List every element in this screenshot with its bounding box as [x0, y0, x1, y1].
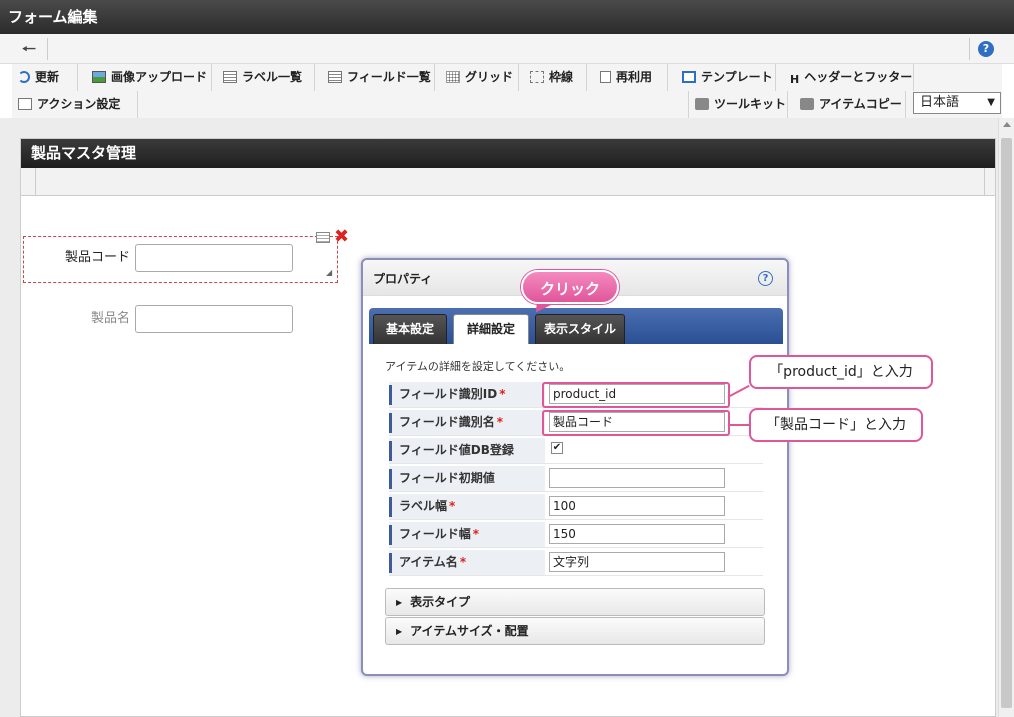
click-annotation: クリック [521, 270, 619, 304]
display-type-section[interactable]: ▶ 表示タイプ [385, 588, 765, 616]
highlight-field-name [542, 410, 730, 436]
display-type-label: 表示タイプ [410, 595, 471, 609]
panel-title: プロパティ [373, 272, 433, 286]
header-footer-button[interactable]: H ヘッダーとフッター [784, 64, 914, 91]
action-icon [18, 98, 32, 110]
frame-label: 枠線 [549, 70, 574, 84]
item-copy-button[interactable]: アイテムコピー [794, 91, 906, 118]
tab-bar: 基本設定 詳細設定 表示スタイル [369, 308, 783, 344]
field-list-button[interactable]: フィールド一覧 [322, 64, 435, 91]
callout-product-code: 「製品コード」と入力 [749, 408, 923, 442]
prop-row-db-register: フィールド値DB登録 ✔ [389, 438, 763, 464]
product-name-label: 製品名 [90, 311, 130, 326]
language-select[interactable]: 日本語 ▼ [913, 92, 1001, 114]
panel-description: アイテムの詳細を設定してください。 [385, 360, 571, 373]
image-upload-button[interactable]: 画像アップロード [86, 64, 212, 91]
product-code-label: 製品コード [64, 250, 130, 265]
divider [969, 38, 970, 60]
db-register-checkbox[interactable]: ✔ [551, 442, 563, 454]
header-footer-label: ヘッダーとフッター [804, 70, 913, 84]
refresh-button[interactable]: 更新 [12, 64, 78, 91]
callout-pointer [728, 424, 750, 426]
reuse-label: 再利用 [616, 70, 653, 84]
toolkit-label: ツールキット [714, 97, 787, 111]
language-value: 日本語 [920, 95, 960, 110]
field-list-label: フィールド一覧 [347, 70, 431, 84]
toolkit-button[interactable]: ツールキット [688, 91, 788, 118]
db-register-label: フィールド値DB登録 [389, 438, 545, 463]
callout-product-id: 「product_id」と入力 [749, 355, 933, 389]
chevron-right-icon: ▶ [396, 598, 403, 607]
reuse-icon [600, 71, 611, 83]
grid-button[interactable]: グリッド [440, 64, 519, 91]
field-width-input[interactable]: 150 [549, 524, 725, 544]
reuse-button[interactable]: 再利用 [594, 64, 668, 91]
product-name-input[interactable] [135, 305, 293, 333]
prop-row-label-width: ラベル幅 * 100 [389, 494, 763, 520]
form-title: 製品マスタ管理 [21, 139, 995, 168]
toolkit-icon [695, 98, 709, 110]
delete-icon[interactable]: ✖ [334, 227, 349, 247]
tab-display-style[interactable]: 表示スタイル [535, 314, 625, 344]
nav-bar: 🠐 ? [0, 34, 1014, 64]
template-label: テンプレート [701, 70, 773, 84]
label-width-input[interactable]: 100 [549, 496, 725, 516]
back-arrow-icon[interactable]: 🠐 [12, 38, 48, 60]
label-list-label: ラベル一覧 [242, 70, 303, 84]
toolbar: 更新 画像アップロード ラベル一覧 フィールド一覧 グリッド 枠線 再利用 テン… [12, 64, 1002, 118]
list-icon [328, 71, 342, 83]
tab-basic-settings[interactable]: 基本設定 [373, 314, 447, 344]
image-upload-label: 画像アップロード [111, 70, 208, 84]
refresh-icon [18, 71, 30, 83]
prop-row-item-name: アイテム名 * 文字列 [389, 550, 763, 576]
field-name-label: フィールド識別名 * [389, 410, 545, 435]
scroll-up-icon[interactable] [1003, 122, 1011, 127]
item-size-label: アイテムサイズ・配置 [410, 624, 529, 638]
property-panel: プロパティ ? 基本設定 詳細設定 表示スタイル アイテムの詳細を設定してくださ… [361, 258, 789, 676]
image-upload-icon [92, 71, 106, 83]
grid-icon [446, 71, 460, 83]
properties-icon[interactable] [316, 232, 330, 243]
tab-detail-settings[interactable]: 詳細設定 [453, 314, 529, 344]
template-icon [682, 71, 696, 83]
highlight-field-id [542, 382, 730, 408]
chevron-right-icon: ▶ [396, 627, 403, 636]
label-width-label: ラベル幅 * [389, 494, 545, 519]
item-copy-icon [800, 98, 814, 110]
chevron-down-icon: ▼ [987, 97, 995, 108]
window-title: フォーム編集 [0, 0, 1014, 34]
form-subbar [21, 168, 995, 196]
help-icon[interactable]: ? [758, 271, 773, 286]
frame-icon [530, 71, 544, 83]
help-icon[interactable]: ? [978, 41, 994, 57]
item-name-input[interactable]: 文字列 [549, 552, 725, 572]
refresh-label: 更新 [35, 70, 60, 84]
action-settings-label: アクション設定 [37, 97, 121, 111]
item-size-section[interactable]: ▶ アイテムサイズ・配置 [385, 617, 765, 645]
initial-value-label: フィールド初期値 [389, 466, 545, 491]
field-id-label: フィールド識別ID * [389, 382, 545, 407]
initial-value-input[interactable] [549, 468, 725, 488]
grid-label: グリッド [465, 70, 514, 84]
template-button[interactable]: テンプレート [676, 64, 776, 91]
field-width-label: フィールド幅 * [389, 522, 545, 547]
prop-row-field-width: フィールド幅 * 150 [389, 522, 763, 548]
frame-button[interactable]: 枠線 [524, 64, 587, 91]
product-code-input[interactable] [135, 244, 293, 272]
header-icon: H [790, 73, 800, 86]
prop-row-initial-value: フィールド初期値 [389, 466, 763, 492]
label-list-button[interactable]: ラベル一覧 [217, 64, 315, 91]
list-icon [223, 71, 237, 83]
item-name-label: アイテム名 * [389, 550, 545, 575]
action-settings-button[interactable]: アクション設定 [12, 91, 138, 118]
item-copy-label: アイテムコピー [819, 97, 902, 111]
